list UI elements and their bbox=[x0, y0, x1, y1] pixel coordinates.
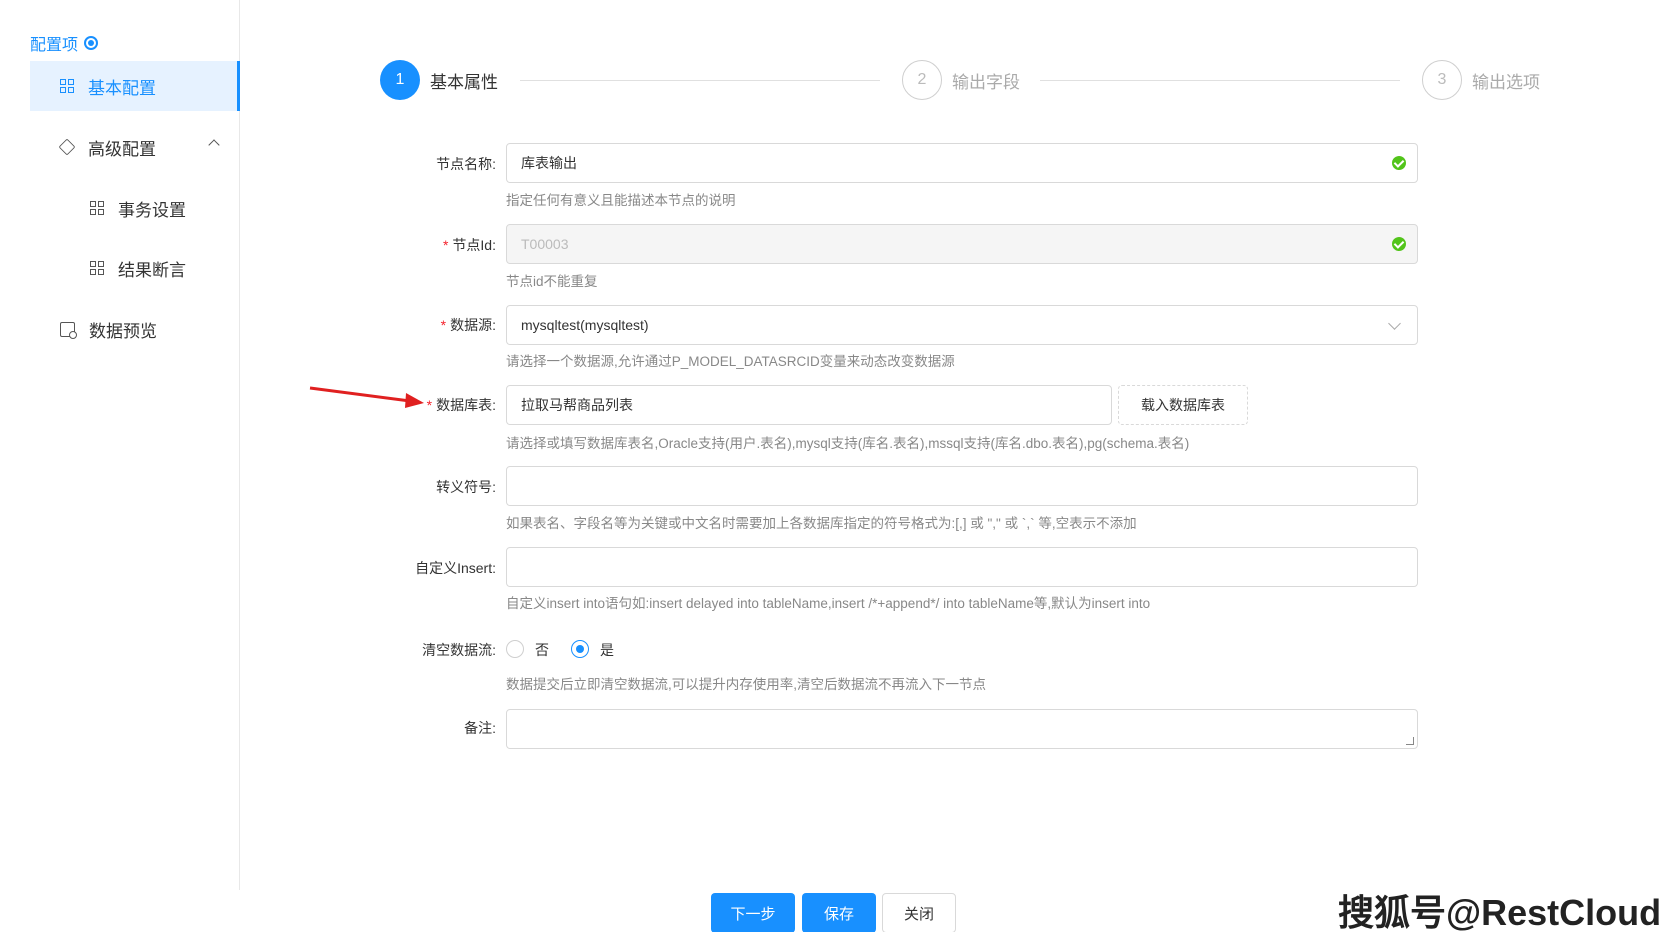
node-id-label-text: 节点Id: bbox=[452, 237, 496, 253]
grid-icon bbox=[90, 261, 104, 275]
clear-stream-yes-label[interactable]: 是 bbox=[600, 640, 614, 660]
node-id-label: * 节点Id: bbox=[286, 235, 496, 255]
node-name-label-text: 节点名称: bbox=[436, 156, 496, 172]
node-id-value: T00003 bbox=[521, 236, 569, 252]
datasource-hint: 请选择一个数据源,允许通过P_MODEL_DATASRCID变量来动态改变数据源 bbox=[506, 354, 955, 369]
chevron-up-icon[interactable] bbox=[208, 139, 220, 151]
close-button[interactable]: 关闭 bbox=[882, 893, 956, 932]
datasource-select[interactable]: mysqltest(mysqltest) bbox=[506, 305, 1418, 345]
clear-stream-yes-radio[interactable] bbox=[571, 640, 589, 658]
sidebar-item-label: 基本配置 bbox=[88, 78, 156, 98]
cube-icon bbox=[58, 138, 76, 156]
table-hint: 请选择或填写数据库表名,Oracle支持(用户.表名),mysql支持(库名.表… bbox=[506, 436, 1190, 451]
step-connector bbox=[1040, 80, 1400, 81]
remark-label-text: 备注: bbox=[464, 720, 496, 736]
clear-stream-hint: 数据提交后立即清空数据流,可以提升内存使用率,清空后数据流不再流入下一节点 bbox=[506, 677, 987, 692]
datasource-label-text: 数据源: bbox=[450, 317, 496, 333]
datasource-label: * 数据源: bbox=[286, 315, 496, 335]
step-number: 1 bbox=[380, 60, 420, 100]
node-name-value: 库表输出 bbox=[521, 155, 577, 171]
step-label: 基本属性 bbox=[430, 72, 498, 92]
sidebar-item-advanced-config[interactable]: 高级配置 bbox=[30, 122, 240, 172]
clear-stream-label-text: 清空数据流: bbox=[422, 642, 496, 658]
check-circle-icon bbox=[1392, 237, 1406, 251]
sidebar-item-label: 结果断言 bbox=[118, 260, 186, 280]
save-button[interactable]: 保存 bbox=[802, 893, 876, 932]
step-1[interactable]: 1 基本属性 bbox=[380, 60, 498, 100]
resize-handle-icon[interactable] bbox=[1406, 737, 1414, 745]
settings-icon[interactable] bbox=[84, 36, 99, 50]
sidebar-title-label: 配置项 bbox=[30, 37, 79, 54]
clear-stream-no-label[interactable]: 否 bbox=[535, 640, 549, 660]
sidebar-item-label: 高级配置 bbox=[88, 139, 156, 159]
sidebar-title: 配置项 bbox=[30, 31, 99, 55]
sidebar: 配置项 基本配置 高级配置 事务设置 结果断言 数据预览 bbox=[0, 0, 240, 890]
preview-icon bbox=[60, 321, 77, 339]
sidebar-item-transaction[interactable]: 事务设置 bbox=[30, 183, 240, 233]
node-id-hint: 节点id不能重复 bbox=[506, 274, 598, 289]
sidebar-item-label: 数据预览 bbox=[89, 321, 157, 341]
required-mark: * bbox=[426, 397, 433, 413]
step-3[interactable]: 3 输出选项 bbox=[1422, 60, 1540, 100]
required-mark: * bbox=[442, 237, 449, 253]
insert-label-text: 自定义Insert: bbox=[415, 560, 496, 576]
step-connector bbox=[520, 80, 880, 81]
grid-icon bbox=[90, 201, 104, 215]
sidebar-item-label: 事务设置 bbox=[118, 200, 186, 220]
required-mark: * bbox=[440, 317, 447, 333]
step-number: 3 bbox=[1422, 60, 1462, 100]
table-input[interactable]: 拉取马帮商品列表 bbox=[506, 385, 1112, 425]
escape-label-text: 转义符号: bbox=[436, 479, 496, 495]
remark-label: 备注: bbox=[286, 718, 496, 738]
table-label: * 数据库表: bbox=[286, 395, 496, 415]
watermark: 搜狐号@RestCloud bbox=[1338, 892, 1662, 932]
step-2[interactable]: 2 输出字段 bbox=[902, 60, 1020, 100]
step-number: 2 bbox=[902, 60, 942, 100]
insert-label: 自定义Insert: bbox=[286, 558, 496, 578]
step-label: 输出选项 bbox=[1472, 72, 1540, 92]
sidebar-item-basic-config[interactable]: 基本配置 bbox=[30, 61, 240, 111]
node-id-input[interactable]: T00003 bbox=[506, 224, 1418, 264]
load-table-button[interactable]: 载入数据库表 bbox=[1118, 385, 1248, 425]
node-name-hint: 指定任何有意义且能描述本节点的说明 bbox=[506, 193, 736, 208]
escape-input[interactable] bbox=[506, 466, 1418, 506]
node-name-input[interactable]: 库表输出 bbox=[506, 143, 1418, 183]
clear-stream-no-radio[interactable] bbox=[506, 640, 524, 658]
escape-label: 转义符号: bbox=[286, 477, 496, 497]
grid-icon bbox=[60, 79, 74, 93]
next-step-button[interactable]: 下一步 bbox=[711, 893, 795, 932]
node-name-label: 节点名称: bbox=[286, 154, 496, 174]
remark-textarea[interactable] bbox=[506, 709, 1418, 749]
table-value: 拉取马帮商品列表 bbox=[521, 397, 633, 413]
clear-stream-label: 清空数据流: bbox=[286, 640, 496, 660]
datasource-value: mysqltest(mysqltest) bbox=[521, 317, 649, 333]
escape-hint: 如果表名、字段名等为关键或中文名时需要加上各数据库指定的符号格式为:[,] 或 … bbox=[506, 516, 1137, 531]
check-circle-icon bbox=[1392, 156, 1406, 170]
table-label-text: 数据库表: bbox=[436, 397, 496, 413]
chevron-down-icon bbox=[1388, 317, 1401, 330]
insert-hint: 自定义insert into语句如:insert delayed into ta… bbox=[506, 596, 1151, 611]
sidebar-item-assertion[interactable]: 结果断言 bbox=[30, 243, 240, 293]
step-label: 输出字段 bbox=[952, 72, 1020, 92]
insert-input[interactable] bbox=[506, 547, 1418, 587]
sidebar-item-data-preview[interactable]: 数据预览 bbox=[30, 304, 240, 354]
